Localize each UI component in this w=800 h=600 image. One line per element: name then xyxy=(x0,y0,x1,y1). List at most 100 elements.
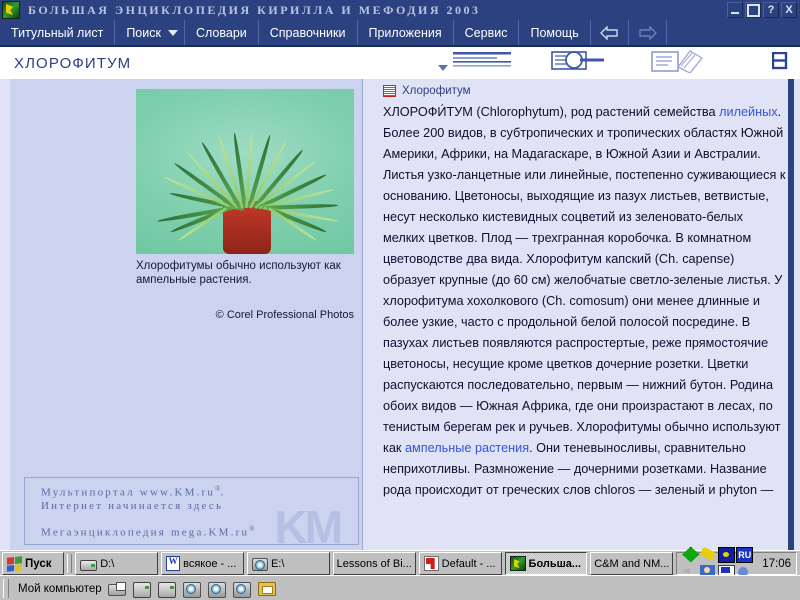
registered-mark: ® xyxy=(249,524,255,533)
copy-article-button[interactable] xyxy=(650,49,706,78)
pane-splitter[interactable] xyxy=(362,79,376,550)
forward-arrow-icon xyxy=(638,25,657,40)
menu-label: Сервис xyxy=(464,25,508,40)
quick-launch-grip[interactable] xyxy=(3,579,9,598)
quick-launch-label: Мой компьютер xyxy=(18,582,102,595)
ad-text-1: Мультипортал www.KM.ru xyxy=(41,486,216,499)
task-button-label: всякое - ... xyxy=(183,557,237,570)
search-in-article-icon xyxy=(550,49,614,78)
nav-forward-button[interactable] xyxy=(629,20,667,45)
main-menu-bar: Титульный лист Поиск Словари Справочники… xyxy=(0,20,800,47)
maximize-button[interactable] xyxy=(745,2,761,18)
encyclopedia-icon xyxy=(2,1,20,19)
ad-line-2: Интернет начинается здесь xyxy=(41,499,224,512)
article-pane: Хлорофитум ХЛОРОФИ́ТУМ (Chlorophytum), р… xyxy=(375,79,794,550)
split-view-button[interactable] xyxy=(771,51,788,75)
taskbar-grip[interactable] xyxy=(67,554,73,573)
start-button-label: Пуск xyxy=(25,557,52,570)
article-header-bar: ХЛОРОФИТУМ xyxy=(0,47,800,79)
quick-launch-bar: Мой компьютер xyxy=(0,575,800,600)
menu-label: Приложения xyxy=(368,25,442,40)
minimize-button[interactable] xyxy=(727,2,743,18)
task-button-label: D:\ xyxy=(100,557,115,570)
copy-article-icon xyxy=(650,49,706,78)
media-reference-label: Хлорофитум xyxy=(402,85,471,97)
menu-item-service[interactable]: Сервис xyxy=(454,20,520,45)
menu-item-handbooks[interactable]: Справочники xyxy=(259,20,358,45)
link-liliaceae[interactable]: лилейных xyxy=(719,105,778,119)
figure-block: Хлорофитумы обычно используют как ампель… xyxy=(136,89,363,321)
task-button-label: C&M and NM... xyxy=(594,557,670,570)
image-thumbnail-icon xyxy=(383,85,396,97)
page-title: ХЛОРОФИТУМ xyxy=(14,54,132,72)
close-button[interactable]: X xyxy=(781,2,797,18)
split-view-icon xyxy=(771,51,788,75)
ad-line-1: Мультипортал www.KM.ru®. xyxy=(25,485,358,499)
menu-label: Словари xyxy=(195,25,247,40)
task-button-label: E:\ xyxy=(270,557,285,570)
system-tray: RU 17:06 xyxy=(676,546,798,581)
menu-item-help[interactable]: Помощь xyxy=(519,20,591,45)
windows-logo-icon xyxy=(7,555,22,572)
drive-icon xyxy=(80,559,98,571)
window-controls: ? X xyxy=(727,2,800,18)
green-diamond-icon[interactable] xyxy=(682,546,700,563)
chevron-down-icon xyxy=(438,64,448,71)
task-button-realplayer[interactable]: Default - ... xyxy=(418,552,502,575)
cd-drive-icon[interactable] xyxy=(232,581,251,598)
article-text-1: ХЛОРОФИ́ТУМ (Chlorophytum), род растений… xyxy=(383,105,720,119)
media-reference[interactable]: Хлорофитум xyxy=(375,79,794,100)
start-button[interactable]: Пуск xyxy=(2,552,64,575)
task-button-e-drive[interactable]: E:\ xyxy=(246,552,330,575)
window-title: БОЛЬШАЯ ЭНЦИКЛОПЕДИЯ КИРИЛЛА И МЕФОДИЯ 2… xyxy=(28,2,481,17)
advertisement-box[interactable]: KM Мультипортал www.KM.ru®. Интернет нач… xyxy=(24,477,359,545)
application-window: БОЛЬШАЯ ЭНЦИКЛОПЕДИЯ КИРИЛЛА И МЕФОДИЯ 2… xyxy=(0,0,800,600)
task-button-label: Default - ... xyxy=(441,557,496,570)
quick-launch-icons xyxy=(107,579,276,598)
article-list-icon xyxy=(452,50,514,77)
article-toolbar xyxy=(438,49,800,78)
menu-label: Титульный лист xyxy=(11,25,104,40)
task-button-encyclopedia[interactable]: Больша... xyxy=(504,552,588,575)
menu-item-search[interactable]: Поиск xyxy=(115,20,185,45)
search-in-article-button[interactable] xyxy=(550,49,614,78)
drive-icon[interactable] xyxy=(132,582,151,598)
link-ampel-plants[interactable]: ампельные растения xyxy=(405,441,529,455)
title-bar: БОЛЬШАЯ ЭНЦИКЛОПЕДИЯ КИРИЛЛА И МЕФОДИЯ 2… xyxy=(0,0,800,21)
cd-drive-icon[interactable] xyxy=(207,581,226,598)
encyclopedia-icon xyxy=(509,556,526,571)
plant-photo[interactable] xyxy=(136,89,354,254)
realplayer-icon xyxy=(423,556,439,571)
chevron-down-icon xyxy=(167,29,178,36)
figure-copyright: © Corel Professional Photos xyxy=(215,309,354,321)
help-button[interactable]: ? xyxy=(763,2,779,18)
task-button-d-drive[interactable]: D:\ xyxy=(75,552,159,575)
content-area: Хлорофитумы обычно используют как ампель… xyxy=(0,79,800,550)
language-indicator[interactable]: RU xyxy=(736,546,754,563)
article-scrollbar[interactable] xyxy=(788,79,794,550)
word-document-icon xyxy=(166,556,181,571)
menu-item-title-page[interactable]: Титульный лист xyxy=(0,20,116,45)
task-button-label: Больша... xyxy=(528,557,582,570)
menu-item-applications[interactable]: Приложения xyxy=(358,20,454,45)
article-list-button[interactable] xyxy=(438,50,514,77)
folder-icon[interactable] xyxy=(257,582,276,596)
cd-drive-icon[interactable] xyxy=(182,581,201,598)
task-button-word-doc[interactable]: всякое - ... xyxy=(161,552,244,575)
clock[interactable]: 17:06 xyxy=(756,558,791,570)
printer-icon[interactable] xyxy=(107,581,126,596)
article-text-2: . Более 200 видов, в субтропических и тр… xyxy=(383,105,786,455)
task-button-lessons[interactable]: Lessons of Bi... xyxy=(332,552,416,575)
ad-line-3: Мегаэнциклопедия mega.KM.ru® xyxy=(25,525,358,539)
illustration-pane-inner: Хлорофитумы обычно используют как ампель… xyxy=(10,79,362,550)
illustration-pane: Хлорофитумы обычно используют как ампель… xyxy=(0,79,362,550)
task-button-label: Lessons of Bi... xyxy=(336,557,412,570)
blue-radar-icon[interactable] xyxy=(718,546,736,563)
task-button-cm-nm[interactable]: C&M and NM... xyxy=(590,552,674,575)
nav-back-button[interactable] xyxy=(591,20,629,45)
menu-item-dictionaries[interactable]: Словари xyxy=(185,20,259,45)
yellow-flash-icon[interactable] xyxy=(700,546,716,561)
menu-label: Справочники xyxy=(269,25,346,40)
drive-icon[interactable] xyxy=(157,582,176,598)
ad-text-1-end: . xyxy=(220,486,226,499)
